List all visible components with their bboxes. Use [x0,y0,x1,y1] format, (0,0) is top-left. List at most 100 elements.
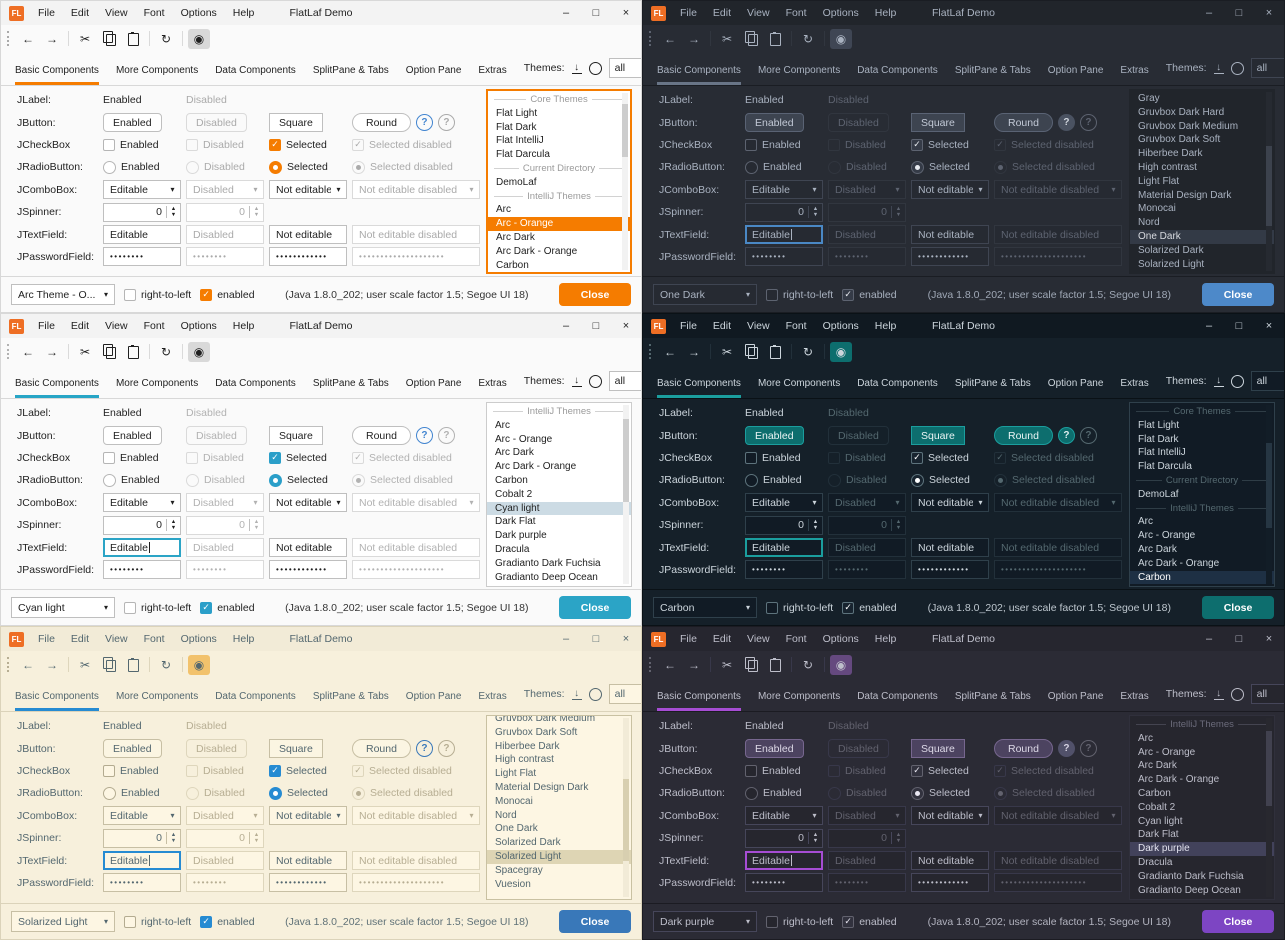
tab-more-components[interactable]: More Components [758,59,840,85]
forward-icon[interactable]: → [41,655,63,675]
toolbar-grip-icon[interactable] [7,31,11,46]
menu-options[interactable]: Options [815,633,867,645]
menu-file[interactable]: File [30,633,63,645]
back-icon[interactable]: ← [659,29,681,49]
tab-basic-components[interactable]: Basic Components [657,685,741,711]
theme-list-item[interactable]: Dark Flat [1130,828,1274,842]
menu-help[interactable]: Help [867,320,905,332]
theme-list-item[interactable]: Arc Dark - Orange [488,245,630,259]
jbutton-round-button[interactable]: Round [352,113,411,132]
theme-list-item[interactable]: Solarized Dark [487,836,631,850]
maximize-button[interactable]: □ [1224,314,1254,338]
menu-edit[interactable]: Edit [63,320,97,332]
menu-file[interactable]: File [30,7,63,19]
theme-list-item[interactable]: Arc Dark [487,446,631,460]
theme-combo[interactable]: Dark purple▾ [653,911,757,932]
theme-list-item[interactable]: Arc Dark - Orange [487,460,631,474]
theme-filter-combo[interactable]: all▾ [1251,58,1285,78]
jpasswordfield-cell2-field[interactable]: •••••••••••• [911,873,989,892]
menu-font[interactable]: Font [778,633,815,645]
theme-list-item[interactable]: Flat Light [488,107,630,121]
jpasswordfield-cell0-field[interactable]: •••••••• [103,873,181,892]
jradiobutton-selected-radio[interactable]: Selected [911,161,970,174]
jspinner-enabled[interactable]: 0▲▼ [745,829,823,848]
tab-data-components[interactable]: Data Components [857,59,938,85]
copy-icon[interactable] [740,655,762,675]
theme-list-item[interactable]: Arc [488,203,630,217]
theme-list-item[interactable]: Monocai [487,795,631,809]
scrollbar-track[interactable] [623,405,629,584]
jbutton-enabled-button[interactable]: Enabled [103,739,162,758]
tab-data-components[interactable]: Data Components [857,372,938,398]
jcheckbox-enabled-checkbox[interactable]: Enabled [103,139,159,151]
jcheckbox-selected-checkbox[interactable]: ✓Selected [911,765,969,777]
tab-splitpane-tabs[interactable]: SplitPane & Tabs [313,372,389,398]
window-close-button[interactable]: × [1254,627,1284,651]
tab-more-components[interactable]: More Components [758,685,840,711]
scrollbar-thumb[interactable] [622,104,628,157]
enabled-checkbox[interactable]: ✓enabled [842,289,896,301]
jcombobox-not-editable-combobox[interactable]: Not editable▾ [911,806,989,825]
jtextfield-not-editable-field[interactable]: Not editable [911,851,989,870]
github-icon[interactable] [1231,62,1244,75]
help-button[interactable]: ? [1058,427,1075,444]
forward-icon[interactable]: → [41,342,63,362]
right-to-left-checkbox[interactable]: right-to-left [766,916,833,928]
jradiobutton-selected-radio[interactable]: Selected [911,787,970,800]
jspinner-enabled[interactable]: 0▲▼ [103,203,181,222]
theme-list-item[interactable]: Carbon [1130,787,1274,801]
theme-list-item[interactable]: Flat IntelliJ [1130,446,1274,460]
maximize-button[interactable]: □ [581,314,611,338]
window-close-button[interactable]: × [611,1,641,25]
tab-extras[interactable]: Extras [1120,59,1148,85]
download-icon[interactable]: ↓ [572,63,582,74]
menu-options[interactable]: Options [173,320,225,332]
theme-list-item[interactable]: Solarized Dark [1130,244,1274,258]
tab-extras[interactable]: Extras [478,59,506,85]
close-button[interactable]: Close [1202,283,1274,306]
jradiobutton-selected-radio[interactable]: Selected [911,474,970,487]
tab-more-components[interactable]: More Components [116,59,198,85]
menu-help[interactable]: Help [867,7,905,19]
menu-view[interactable]: View [739,633,778,645]
menu-edit[interactable]: Edit [63,633,97,645]
toolbar-grip-icon[interactable] [649,657,653,672]
toolbar-grip-icon[interactable] [7,344,11,359]
theme-list-item[interactable]: Gradianto Deep Ocean [1130,884,1274,898]
right-to-left-checkbox[interactable]: right-to-left [124,916,191,928]
theme-list-item[interactable]: High contrast [487,753,631,767]
tab-splitpane-tabs[interactable]: SplitPane & Tabs [955,372,1031,398]
scrollbar-thumb[interactable] [623,419,629,501]
menu-view[interactable]: View [739,320,778,332]
tab-extras[interactable]: Extras [1120,685,1148,711]
close-button[interactable]: Close [559,910,631,933]
tab-splitpane-tabs[interactable]: SplitPane & Tabs [313,685,389,711]
jbutton-square-button[interactable]: Square [911,113,965,132]
jtextfield-not-editable-field[interactable]: Not editable [269,851,347,870]
theme-combo[interactable]: Carbon▾ [653,597,757,618]
scrollbar-thumb[interactable] [623,779,629,861]
jcombobox-not-editable-combobox[interactable]: Not editable▾ [269,180,347,199]
paste-icon[interactable] [764,655,786,675]
minimize-button[interactable]: – [1194,314,1224,338]
jtextfield-editable-field[interactable]: Editable [745,538,823,557]
minimize-button[interactable]: – [551,1,581,25]
github-icon[interactable] [1231,375,1244,388]
theme-list-item[interactable]: Gruvbox Dark Hard [1130,106,1274,120]
eye-icon[interactable]: ◉ [830,29,852,49]
theme-list-item[interactable]: Gruvbox Dark Soft [1130,133,1274,147]
tab-option-pane[interactable]: Option Pane [1048,59,1104,85]
jpasswordfield-cell2-field[interactable]: •••••••••••• [269,873,347,892]
github-icon[interactable] [589,375,602,388]
jradiobutton-enabled-radio[interactable]: Enabled [103,787,160,800]
jcombobox-editable-combobox[interactable]: Editable▾ [745,493,823,512]
tab-extras[interactable]: Extras [1120,372,1148,398]
menu-help[interactable]: Help [225,320,263,332]
theme-list-item[interactable]: Hiberbee Dark [1130,147,1274,161]
window-close-button[interactable]: × [1254,1,1284,25]
jtextfield-editable-field[interactable]: Editable [745,225,823,244]
eye-icon[interactable]: ◉ [188,655,210,675]
theme-list-item[interactable]: Arc [487,419,631,433]
theme-filter-combo[interactable]: all▾ [609,58,642,78]
jpasswordfield-cell0-field[interactable]: •••••••• [745,873,823,892]
